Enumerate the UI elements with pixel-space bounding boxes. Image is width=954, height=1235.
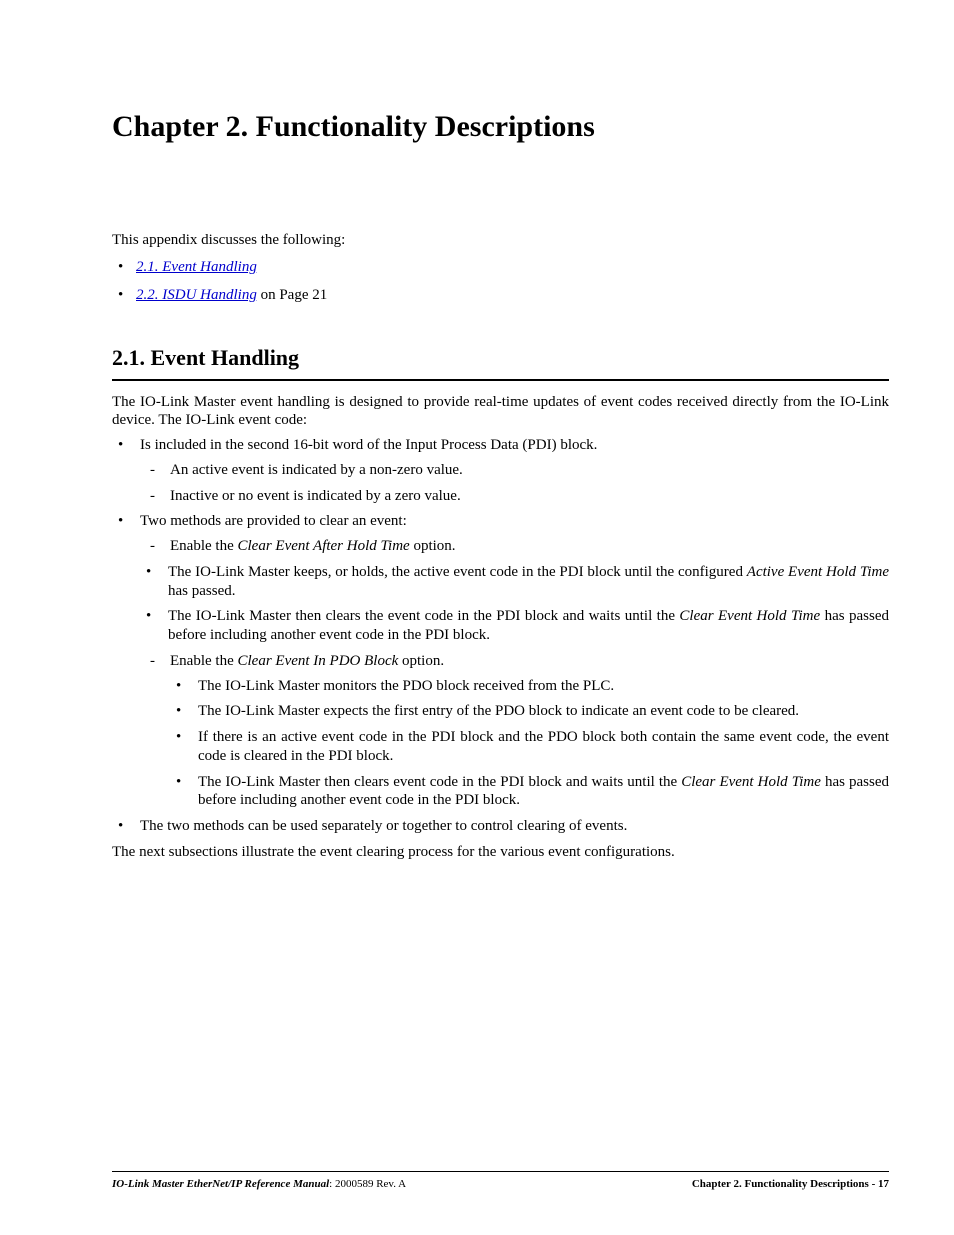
list-item: Enable the Clear Event In PDO Block opti…: [140, 652, 889, 810]
emphasis: Clear Event Hold Time: [679, 608, 820, 624]
emphasis: Clear Event Hold Time: [681, 774, 821, 790]
list-item: The IO-Link Master keeps, or holds, the …: [140, 563, 889, 601]
emphasis: Active Event Hold Time: [747, 564, 889, 580]
intro-link-item: 2.1. Event Handling: [112, 257, 889, 279]
list-item: Inactive or no event is indicated by a z…: [140, 487, 889, 506]
page-footer: IO-Link Master EtherNet/IP Reference Man…: [112, 1171, 889, 1190]
chapter-title: Chapter 2. Functionality Descriptions: [112, 110, 889, 144]
list-item: Is included in the second 16-bit word of…: [112, 436, 889, 505]
list-item: The IO-Link Master expects the first ent…: [170, 702, 889, 721]
list-item: Enable the Clear Event After Hold Time o…: [140, 537, 889, 556]
list-text: Is included in the second 16-bit word of…: [140, 437, 597, 453]
text-run: The IO-Link Master then clears the event…: [168, 608, 679, 624]
manual-title: IO-Link Master EtherNet/IP Reference Man…: [112, 1178, 329, 1190]
emphasis: Clear Event After Hold Time: [237, 538, 409, 554]
section-rule: [112, 379, 889, 381]
list-item: The IO-Link Master monitors the PDO bloc…: [170, 677, 889, 696]
intro-link-item: 2.2. ISDU Handling on Page 21: [112, 285, 889, 307]
emphasis: Clear Event In PDO Block: [237, 653, 398, 669]
list-item: The two methods can be used separately o…: [112, 817, 889, 836]
body-list: Is included in the second 16-bit word of…: [112, 436, 889, 836]
list-item: The IO-Link Master then clears the event…: [140, 607, 889, 645]
list-item: The IO-Link Master then clears event cod…: [170, 773, 889, 811]
text-run: The IO-Link Master keeps, or holds, the …: [168, 564, 747, 580]
text-run: has passed.: [168, 583, 236, 599]
link-suffix: on Page 21: [257, 287, 327, 303]
text-run: option.: [410, 538, 456, 554]
text-run: Enable the: [170, 538, 237, 554]
list-item: If there is an active event code in the …: [170, 728, 889, 766]
list-item: Two methods are provided to clear an eve…: [112, 512, 889, 810]
footer-rule: [112, 1171, 889, 1172]
intro-link-list: 2.1. Event Handling 2.2. ISDU Handling o…: [112, 257, 889, 307]
text-run: Enable the: [170, 653, 237, 669]
text-run: option.: [398, 653, 444, 669]
intro-paragraph: This appendix discusses the following:: [112, 232, 889, 249]
list-item: An active event is indicated by a non-ze…: [140, 461, 889, 480]
body-paragraph: The IO-Link Master event handling is des…: [112, 393, 889, 431]
section-heading: 2.1. Event Handling: [112, 345, 889, 371]
list-text: Two methods are provided to clear an eve…: [140, 513, 407, 529]
body-paragraph: The next subsections illustrate the even…: [112, 843, 889, 862]
link-isdu-handling[interactable]: 2.2. ISDU Handling: [136, 287, 257, 303]
footer-left: IO-Link Master EtherNet/IP Reference Man…: [112, 1178, 406, 1190]
footer-right: Chapter 2. Functionality Descriptions - …: [692, 1178, 889, 1190]
text-run: The IO-Link Master then clears event cod…: [198, 774, 681, 790]
manual-rev: : 2000589 Rev. A: [329, 1178, 406, 1190]
link-event-handling[interactable]: 2.1. Event Handling: [136, 259, 257, 275]
